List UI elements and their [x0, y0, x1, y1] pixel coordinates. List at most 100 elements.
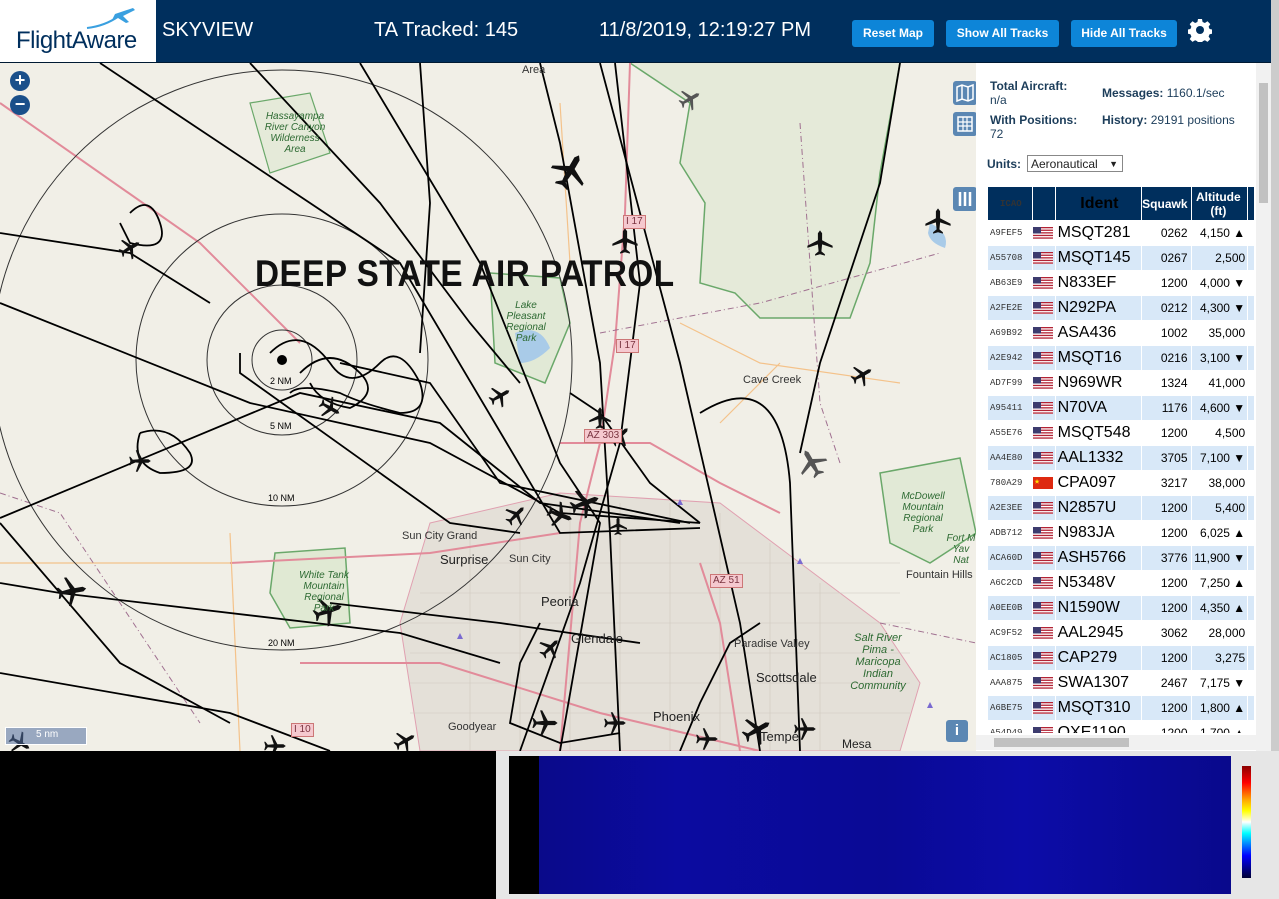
us-flag-icon	[1032, 352, 1053, 365]
cell-extra	[1248, 571, 1254, 595]
table-row[interactable]: A55E76 MSQT548 1200 4,500	[988, 421, 1254, 445]
cell-ident: QXE1190	[1055, 721, 1142, 733]
app-name: SKYVIEW	[162, 19, 254, 41]
us-flag-icon	[1032, 552, 1053, 565]
cell-squawk: 1200	[1142, 646, 1191, 670]
table-row[interactable]: AC1805 CAP279 1200 3,275	[988, 646, 1254, 670]
us-flag-icon	[1032, 677, 1053, 690]
hide-all-tracks-button[interactable]: Hide All Tracks	[1071, 20, 1177, 47]
us-flag-icon	[1032, 652, 1053, 665]
us-flag-icon	[1032, 327, 1053, 340]
table-row[interactable]: A6C2CD N5348V 1200 7,250 ▲	[988, 571, 1254, 595]
table-row[interactable]: A95411 N70VA 1176 4,600 ▼	[988, 396, 1254, 420]
column-header-more[interactable]	[1248, 187, 1254, 220]
table-row[interactable]: A55708 MSQT145 0267 2,500	[988, 246, 1254, 270]
table-body: A9FEF5 MSQT281 0262 4,150 ▲ A55708 MSQT145 026…	[988, 221, 1254, 733]
cell-extra	[1248, 721, 1254, 733]
table-row[interactable]: A9FEF5 MSQT281 0262 4,150 ▲	[988, 221, 1254, 245]
table-row[interactable]: 780A29 CPA097 3217 38,000	[988, 471, 1254, 495]
zoom-in-button[interactable]: +	[10, 71, 30, 91]
highway-shield: I 17	[623, 215, 646, 229]
grid-icon[interactable]	[953, 112, 976, 136]
cell-icao: ADB712	[988, 521, 1032, 545]
header-bar: FlightAware SKYVIEW TA Tracked: 145 11/8…	[0, 0, 1271, 63]
gear-icon[interactable]	[1188, 18, 1212, 42]
table-row[interactable]: A0EE0B N1590W 1200 4,350 ▲	[988, 596, 1254, 620]
cell-ident: N5348V	[1055, 571, 1142, 595]
units-select[interactable]: Aeronautical ▼	[1027, 155, 1123, 172]
column-header-ident[interactable]: Ident	[1055, 187, 1142, 220]
park-label: Salt River Pima - Maricopa Indian Commun…	[850, 632, 906, 692]
cell-ident: MSQT145	[1055, 246, 1142, 270]
cell-icao: A2E3EE	[988, 496, 1032, 520]
table-row[interactable]: AC9F52 AAL2945 3062 28,000	[988, 621, 1254, 645]
map-layers-icon[interactable]	[953, 81, 976, 105]
show-all-tracks-button[interactable]: Show All Tracks	[946, 20, 1059, 47]
us-flag-icon	[1032, 277, 1053, 290]
park-label: White Tank Mountain Regional Park	[299, 570, 349, 614]
cell-icao: A6BE75	[988, 696, 1032, 720]
table-row[interactable]: ACA60D ASH5766 3776 11,900 ▼	[988, 546, 1254, 570]
highway-shield: I 17	[616, 339, 639, 353]
table-row[interactable]: AD7F99 N969WR 1324 41,000	[988, 371, 1254, 395]
columns-icon[interactable]	[953, 187, 976, 211]
table-row[interactable]: A2E942 MSQT16 0216 3,100 ▼	[988, 346, 1254, 370]
cell-icao: ACA60D	[988, 546, 1032, 570]
cell-extra	[1248, 596, 1254, 620]
cell-ident: N292PA	[1055, 296, 1142, 320]
cell-flag	[1032, 396, 1055, 420]
column-header-altitude[interactable]: Altitude (ft)	[1191, 187, 1248, 220]
table-row[interactable]: ADB712 N983JA 1200 6,025 ▲	[988, 521, 1254, 545]
cell-extra	[1248, 371, 1254, 395]
cell-altitude: 1,800 ▲	[1191, 696, 1248, 720]
table-row[interactable]: AB63E9 N833EF 1200 4,000 ▼	[988, 271, 1254, 295]
cell-squawk: 1200	[1142, 696, 1191, 720]
city-label: Surprise	[440, 552, 489, 567]
zoom-out-button[interactable]: −	[10, 95, 30, 115]
scrollbar-thumb[interactable]	[1259, 83, 1268, 203]
cell-altitude: 7,250 ▲	[1191, 571, 1248, 595]
table-row[interactable]: A54D49 QXE1190 1200 1,700 ▲	[988, 721, 1254, 733]
table-row[interactable]: A69B92 ASA436 1002 35,000	[988, 321, 1254, 345]
cell-flag	[1032, 596, 1055, 620]
cell-flag	[1032, 696, 1055, 720]
cell-ident: MSQT310	[1055, 696, 1142, 720]
us-flag-icon	[1032, 702, 1053, 715]
cell-ident: N969WR	[1055, 371, 1142, 395]
cell-ident: MSQT281	[1055, 221, 1142, 245]
cell-icao: AB63E9	[988, 271, 1032, 295]
us-flag-icon	[1032, 302, 1053, 315]
table-row[interactable]: A6BE75 MSQT310 1200 1,800 ▲	[988, 696, 1254, 720]
cell-icao: A9FEF5	[988, 221, 1032, 245]
flightaware-logo[interactable]: FlightAware	[0, 0, 156, 62]
column-header-icao[interactable]: ICAO	[988, 187, 1032, 220]
scrollbar-thumb[interactable]	[994, 738, 1129, 747]
cell-altitude: 7,175 ▼	[1191, 671, 1248, 695]
table-row[interactable]: AAA875 SWA1307 2467 7,175 ▼	[988, 671, 1254, 695]
cell-extra	[1248, 671, 1254, 695]
cell-altitude: 28,000	[1191, 621, 1248, 645]
table-row[interactable]: A2E3EE N2857U 1200 5,400	[988, 496, 1254, 520]
info-button[interactable]: i	[946, 720, 968, 742]
city-label: Tempe	[760, 729, 800, 744]
city-label: Peoria	[541, 594, 579, 609]
total-aircraft-label: Total Aircraft:	[990, 79, 1068, 93]
vertical-scrollbar[interactable]	[1256, 63, 1271, 751]
cell-flag	[1032, 721, 1055, 733]
ring-label: 10 NM	[268, 493, 295, 503]
table-row[interactable]: AA4E80 AAL1332 3705 7,100 ▼	[988, 446, 1254, 470]
cell-squawk: 1200	[1142, 721, 1191, 733]
ring-label: 2 NM	[270, 376, 292, 386]
column-header-flag[interactable]	[1032, 187, 1055, 220]
column-header-squawk[interactable]: Squawk	[1142, 187, 1191, 220]
map-view[interactable]: + − i 5 nm DEEP STATE AIR PATROL 2 NM 5 …	[0, 63, 976, 751]
cell-extra	[1248, 346, 1254, 370]
place-label: Sun City	[509, 553, 551, 565]
cell-altitude: 4,500	[1191, 421, 1248, 445]
us-flag-icon	[1032, 227, 1053, 240]
horizontal-scrollbar[interactable]	[976, 735, 1256, 750]
cell-icao: A6C2CD	[988, 571, 1032, 595]
table-row[interactable]: A2FE2E N292PA 0212 4,300 ▼	[988, 296, 1254, 320]
reset-map-button[interactable]: Reset Map	[852, 20, 934, 47]
cell-flag	[1032, 521, 1055, 545]
